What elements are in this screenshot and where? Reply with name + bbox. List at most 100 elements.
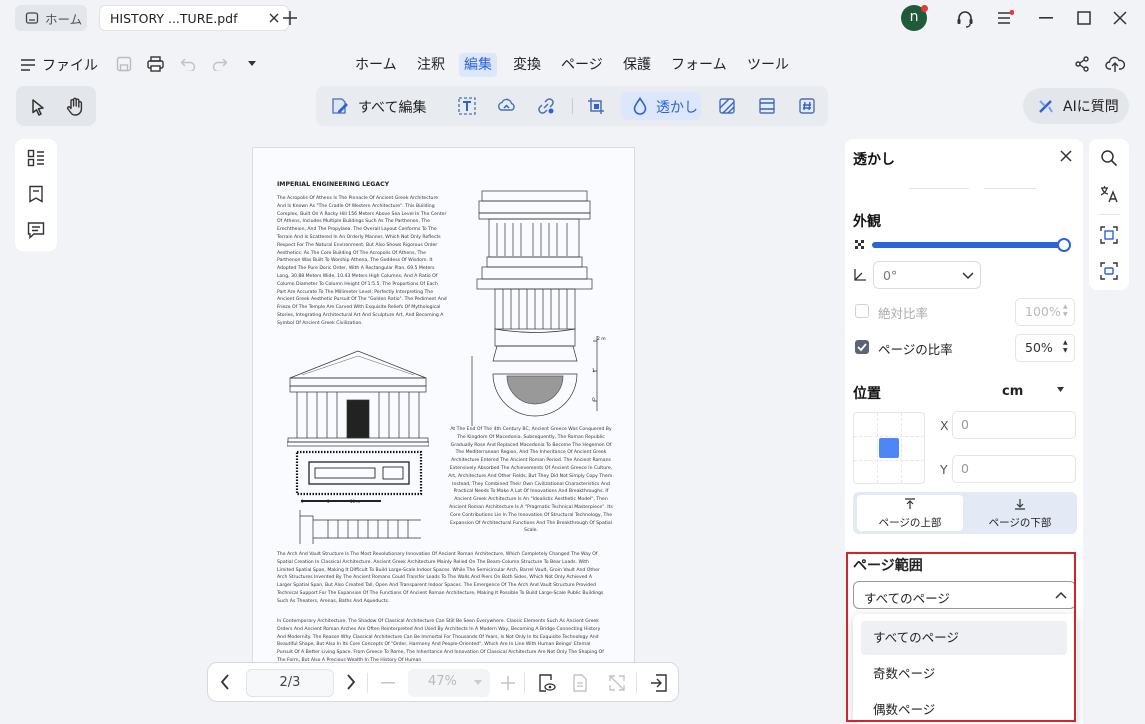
- menu-bar: ファイル ホーム 注釈 編集 変換 ページ 保護 フォーム ツール: [0, 44, 1145, 84]
- single-page-icon[interactable]: [572, 673, 588, 693]
- header-footer-icon[interactable]: [757, 96, 777, 116]
- page-top-option[interactable]: ページの上部: [857, 495, 963, 531]
- menu-protect[interactable]: 保護: [618, 53, 656, 77]
- menu-icon[interactable]: [996, 10, 1014, 26]
- edit-all-icon[interactable]: [330, 96, 350, 116]
- comment-icon[interactable]: [27, 221, 45, 239]
- x-label: X: [940, 418, 949, 433]
- x-input[interactable]: 0: [952, 411, 1076, 439]
- zoom-in-icon[interactable]: [501, 676, 515, 690]
- new-tab-icon[interactable]: [282, 10, 298, 26]
- absolute-scale-checkbox[interactable]: [855, 304, 869, 318]
- link-edit-icon[interactable]: [536, 96, 556, 116]
- y-input[interactable]: 0: [952, 455, 1076, 483]
- tab-document[interactable]: HISTORY ...TURE.pdf: [99, 5, 289, 31]
- menu-tools[interactable]: ツール: [742, 53, 794, 77]
- zoom-out-icon[interactable]: [381, 682, 395, 684]
- ocr-scan-icon[interactable]: [1099, 225, 1119, 245]
- menu-edit[interactable]: 編集: [459, 53, 497, 77]
- y-label: Y: [940, 462, 948, 477]
- ai-sparkle-icon: [1037, 97, 1055, 115]
- watermark-button[interactable]: 透かし: [621, 92, 701, 120]
- page-number-input[interactable]: 2/3: [246, 669, 334, 697]
- translate-icon[interactable]: [1099, 184, 1119, 204]
- document-paragraph-1: The Acropolis Of Athens Is The Pinnacle …: [277, 196, 447, 326]
- pdf-page[interactable]: IMPERIAL ENGINEERING LEGACY The Acropoli…: [252, 147, 635, 667]
- title-bar: ホーム HISTORY ...TURE.pdf n: [0, 0, 1145, 38]
- page-ratio-checkbox[interactable]: [855, 340, 869, 354]
- right-sidebar: [1089, 139, 1129, 290]
- save-icon[interactable]: [116, 56, 132, 72]
- unit-dropdown-icon[interactable]: [1057, 387, 1064, 393]
- unit-select[interactable]: cm: [1002, 384, 1023, 399]
- redo-icon[interactable]: [212, 57, 228, 71]
- tab-home[interactable]: ホーム: [15, 5, 87, 31]
- headset-icon[interactable]: [955, 9, 975, 29]
- scale-label-0: 0: [301, 499, 304, 504]
- axis-label-2m: 2 m: [597, 337, 606, 342]
- close-window-icon[interactable]: [1113, 11, 1127, 25]
- page-ratio-value: 50%: [1025, 340, 1053, 355]
- fit-width-icon[interactable]: [608, 674, 626, 692]
- column-base-drawing: [299, 510, 421, 544]
- home-icon: [25, 11, 39, 25]
- thumbnails-icon[interactable]: [27, 149, 45, 167]
- axis-label-0: 0: [592, 398, 595, 403]
- file-menu[interactable]: ファイル: [20, 55, 98, 75]
- print-icon[interactable]: [147, 56, 164, 72]
- close-tab-icon[interactable]: [268, 12, 280, 24]
- toolbar-divider: [572, 98, 573, 114]
- rotation-value: 0°: [883, 268, 898, 283]
- search-icon[interactable]: [1100, 149, 1118, 167]
- menu-page[interactable]: ページ: [556, 53, 608, 77]
- menu-home[interactable]: ホーム: [350, 53, 402, 77]
- position-center-cell[interactable]: [879, 438, 899, 458]
- previous-page-icon[interactable]: [220, 674, 230, 690]
- quick-access-dropdown-icon[interactable]: [247, 60, 257, 67]
- stepper-icon[interactable]: ▲ ▼: [1063, 339, 1068, 355]
- read-mode-icon[interactable]: [538, 673, 556, 693]
- minimize-icon[interactable]: [1039, 17, 1053, 19]
- menu-convert[interactable]: 変換: [508, 53, 546, 77]
- watermark-drop-icon: [632, 97, 648, 115]
- axis-label-1: 1: [592, 369, 595, 374]
- zoom-level-select[interactable]: 47%: [408, 669, 490, 697]
- menu-annotate[interactable]: 注釈: [412, 53, 450, 77]
- tab-document-label: HISTORY ...TURE.pdf: [110, 10, 238, 26]
- page-bottom-option[interactable]: ページの下部: [967, 495, 1073, 531]
- collapsed-field-edge: [909, 188, 969, 189]
- exit-fullscreen-icon[interactable]: [650, 673, 668, 693]
- undo-icon[interactable]: [180, 57, 196, 71]
- opacity-slider-handle[interactable]: [1057, 238, 1071, 252]
- bookmark-icon[interactable]: [28, 185, 44, 203]
- opacity-slider-track[interactable]: [872, 238, 1071, 252]
- notification-dot: [921, 5, 928, 12]
- avatar-letter: n: [909, 9, 919, 25]
- edit-all-label[interactable]: すべて編集: [358, 97, 426, 117]
- share-icon[interactable]: [1074, 56, 1090, 72]
- scale-label-10m: 10 m: [350, 499, 361, 504]
- rotation-icon: [853, 268, 867, 282]
- background-icon[interactable]: [717, 96, 737, 116]
- cloud-upload-icon[interactable]: [1105, 55, 1125, 73]
- rotation-select[interactable]: 0°: [873, 261, 981, 289]
- stepper-icon[interactable]: ▲ ▼: [1063, 303, 1068, 319]
- position-grid[interactable]: [853, 412, 925, 484]
- hand-tool-icon[interactable]: [66, 97, 84, 116]
- text-edit-icon[interactable]: [457, 96, 477, 116]
- ai-ask-button[interactable]: AIに質問: [1023, 88, 1129, 124]
- absolute-scale-input[interactable]: 100% ▲ ▼: [1015, 298, 1075, 326]
- image-edit-icon[interactable]: [497, 96, 517, 116]
- bates-number-icon[interactable]: [797, 96, 817, 116]
- screen-capture-icon[interactable]: [1099, 261, 1119, 281]
- next-page-icon[interactable]: [346, 674, 356, 690]
- select-cursor-icon[interactable]: [30, 98, 46, 116]
- close-panel-icon[interactable]: [1060, 150, 1072, 162]
- menu-form[interactable]: フォーム: [666, 53, 732, 77]
- document-paragraph-3: The Arch And Vault Structure Is The Most…: [277, 552, 604, 604]
- absolute-scale-value: 100%: [1025, 304, 1061, 319]
- page-ratio-input[interactable]: 50% ▲ ▼: [1015, 334, 1075, 362]
- crop-page-icon[interactable]: [586, 96, 606, 116]
- maximize-icon[interactable]: [1077, 11, 1091, 25]
- chevron-down-icon: [962, 272, 974, 280]
